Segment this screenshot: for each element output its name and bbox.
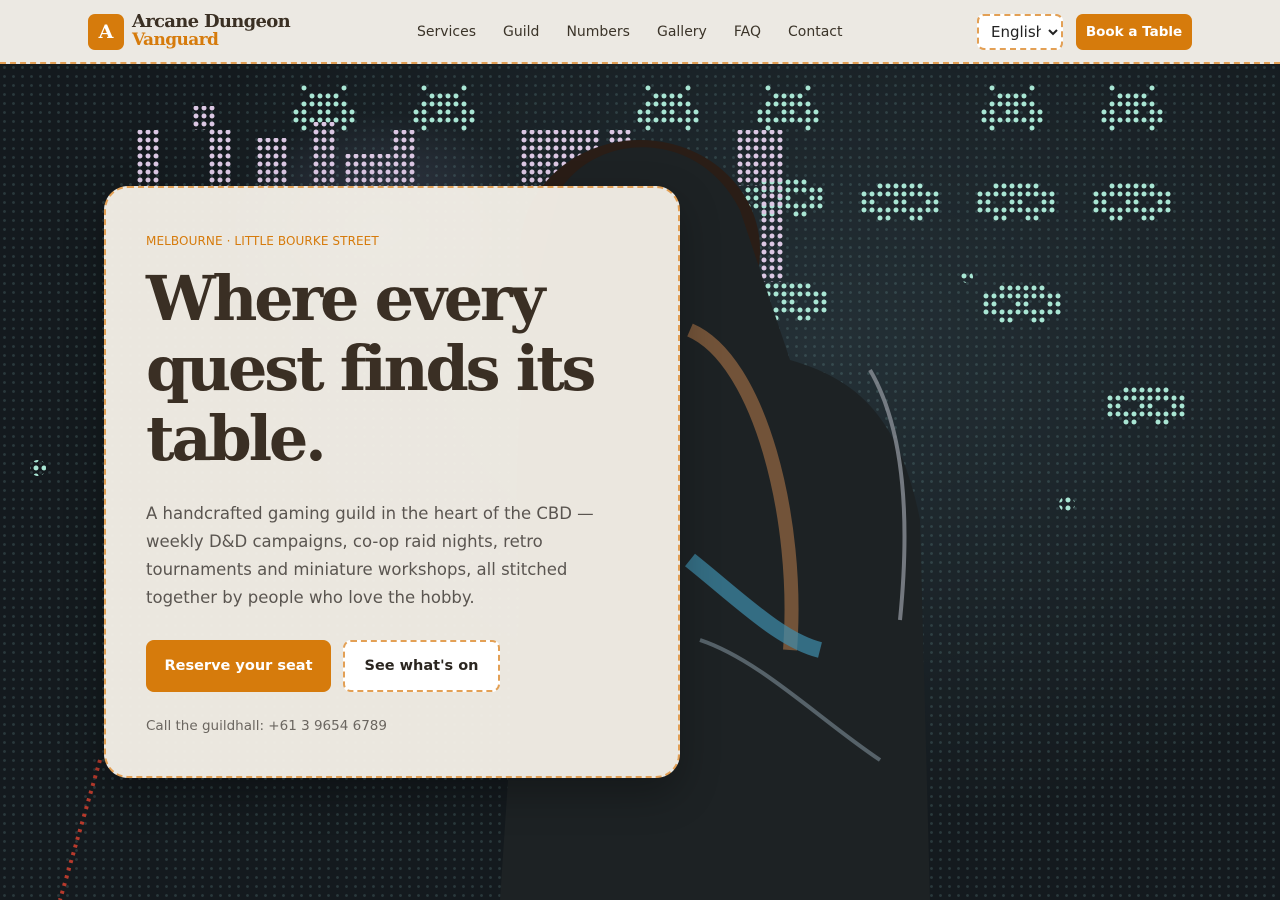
main-nav: Services Guild Numbers Gallery FAQ Conta… [417, 0, 842, 64]
site-header: A Arcane Dungeon Vanguard Services Guild… [0, 0, 1280, 64]
brand-wordmark[interactable]: Arcane Dungeon Vanguard [132, 11, 291, 50]
book-table-button[interactable]: Book a Table [1076, 14, 1192, 50]
brand-logo-mark[interactable]: A [88, 14, 124, 50]
nav-link-contact[interactable]: Contact [788, 24, 842, 40]
brand-name-line2: Vanguard [132, 30, 219, 50]
nav-link-services[interactable]: Services [417, 24, 476, 40]
reserve-seat-button[interactable]: Reserve your seat [146, 640, 331, 692]
hero-eyebrow: MELBOURNE · LITTLE BOURKE STREET [146, 234, 379, 248]
nav-link-gallery[interactable]: Gallery [657, 24, 707, 40]
hero-description: A handcrafted gaming guild in the heart … [146, 504, 594, 607]
hero-card: MELBOURNE · LITTLE BOURKE STREET Where e… [104, 186, 680, 778]
guildhall-phone[interactable]: Call the guildhall: +61 3 9654 6789 [146, 718, 387, 734]
language-select[interactable]: English [977, 14, 1063, 50]
nav-link-guild[interactable]: Guild [503, 24, 539, 40]
see-whats-on-button[interactable]: See what's on [343, 640, 500, 692]
nav-link-faq[interactable]: FAQ [734, 24, 761, 40]
brand-name-line1: Arcane Dungeon [132, 11, 291, 32]
hero-headline: Where every quest finds its table. [146, 262, 596, 475]
nav-link-numbers[interactable]: Numbers [566, 24, 630, 40]
